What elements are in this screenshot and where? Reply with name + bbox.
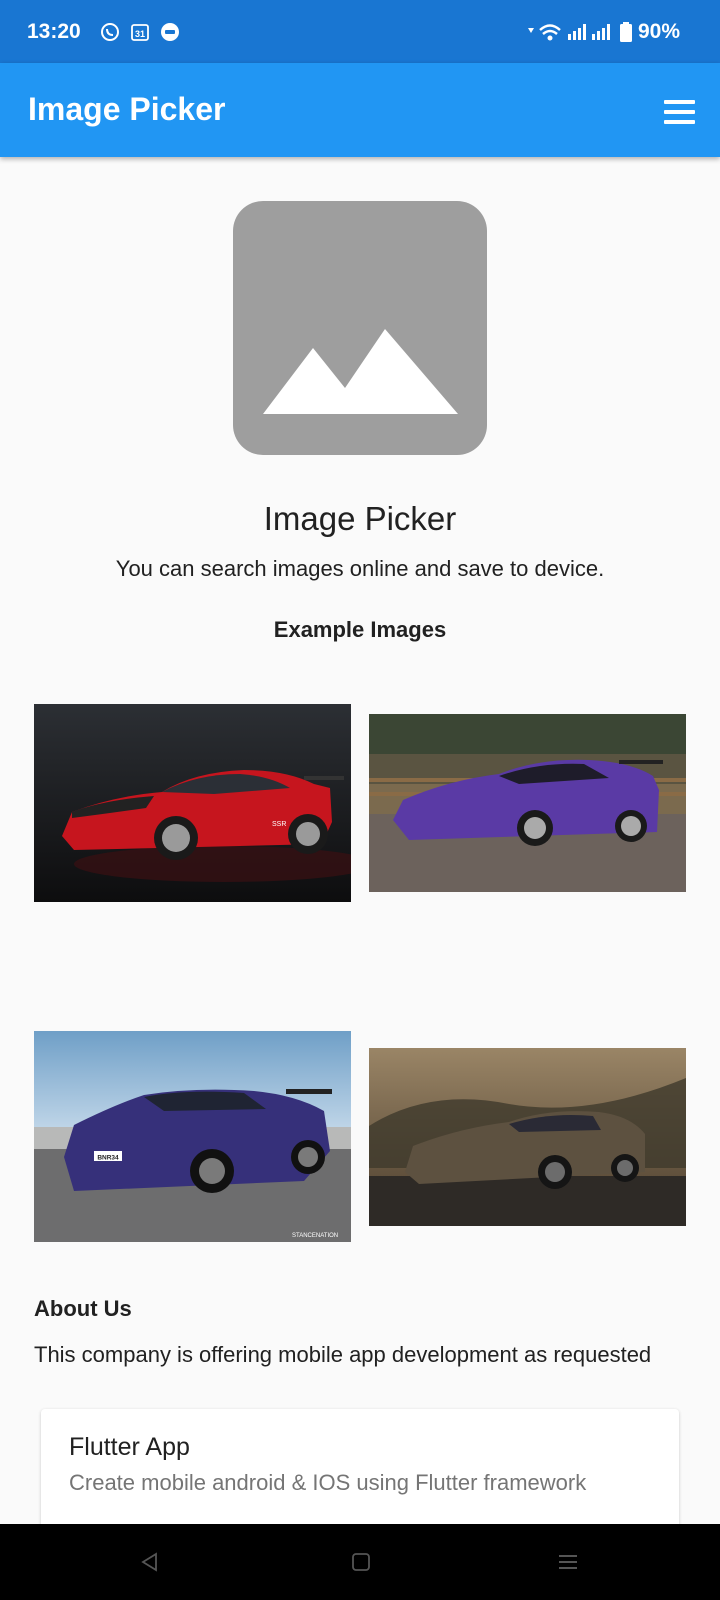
example-images-heading: Example Images	[273, 617, 447, 642]
home-icon[interactable]	[351, 1552, 371, 1572]
flutter-app-card[interactable]: Flutter App Create mobile android & IOS …	[41, 1409, 679, 1529]
hamburger-menu-icon[interactable]	[664, 100, 695, 124]
notification-icons: 31	[100, 22, 180, 42]
calendar-icon-day: 31	[135, 29, 145, 39]
status-bar: 13:20 31 90%	[0, 0, 720, 63]
about-text: This company is offering mobile app deve…	[34, 1342, 652, 1367]
recents-icon[interactable]	[558, 1552, 578, 1572]
chat-icon	[161, 23, 179, 41]
photo-watermark: STANCENATION	[292, 1233, 338, 1239]
tinted-drift-car-photo[interactable]	[369, 1048, 686, 1226]
status-time: 13:20	[27, 20, 81, 43]
system-nav-bar	[0, 1524, 720, 1600]
calendar-icon: 31	[131, 24, 149, 41]
image-placeholder-icon	[233, 201, 487, 455]
signal-icon	[567, 24, 610, 40]
battery-level: 90%	[637, 20, 680, 43]
whatsapp-icon	[101, 23, 119, 41]
hero-title: Image Picker	[263, 500, 457, 537]
hero-subtitle: You can search images online and save to…	[115, 556, 605, 581]
wifi-icon	[527, 24, 561, 41]
back-icon[interactable]	[140, 1552, 160, 1572]
red-sports-car-photo[interactable]: SSR	[34, 704, 351, 902]
battery-icon	[619, 22, 632, 42]
status-right: 90%	[527, 20, 680, 44]
card-title: Flutter App	[69, 1433, 190, 1461]
about-heading: About Us	[34, 1296, 132, 1321]
app-bar: Image Picker	[0, 63, 720, 157]
purple-drift-car-photo[interactable]	[369, 714, 686, 892]
card-subtitle: Create mobile android & IOS using Flutte…	[69, 1470, 587, 1495]
blue-skyline-car-photo[interactable]: BNR34 STANCENATION	[34, 1031, 351, 1242]
license-plate: BNR34	[97, 1155, 119, 1162]
app-bar-title: Image Picker	[28, 91, 226, 127]
car-caption: SSR	[272, 821, 286, 828]
